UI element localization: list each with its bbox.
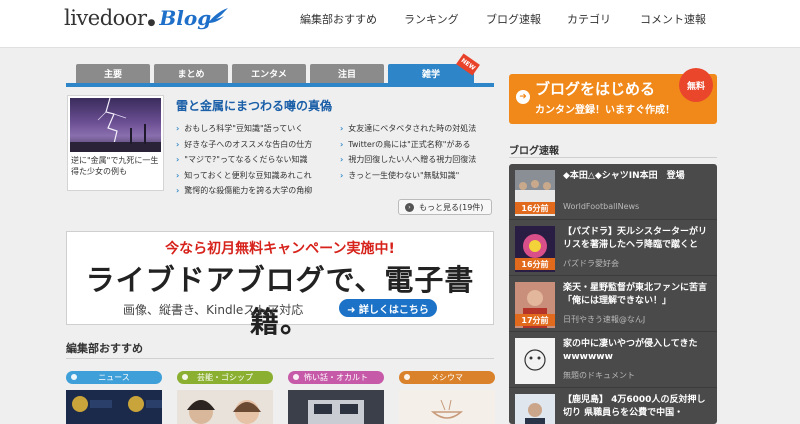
ad-details-button[interactable]: ➜ 詳しくはこちら xyxy=(339,299,437,317)
tag-icon xyxy=(293,374,299,380)
list-item[interactable]: 17分前 楽天・星野監督が東北ファンに苦言「俺には理解できない！」 日刊やきう速… xyxy=(509,276,717,332)
tab-entertainment[interactable]: エンタメ xyxy=(232,64,306,83)
tab-trivia-label: 雑学 xyxy=(421,70,440,80)
news-title: 楽天・星野監督が東北ファンに苦言「俺には理解できない！」 xyxy=(563,283,708,306)
ebook-ad-banner[interactable]: 今なら初月無料キャンペーン実施中! ライブドアブログで、電子書籍。 画像、縦書き… xyxy=(66,231,494,339)
list-item[interactable]: Twitterの鳥には"正式名称"がある xyxy=(340,137,476,153)
news-title: 【鹿児島】 4万6000人の反対押し切り 県職員らを公費で中国・ xyxy=(563,395,706,418)
list-item[interactable]: 視力回復したい人へ贈る視力回復法 xyxy=(340,152,476,168)
time-badge: 16分前 xyxy=(515,202,555,214)
food-thumbnail[interactable] xyxy=(399,390,495,424)
gossip-thumbnail[interactable] xyxy=(177,390,273,424)
tag-news[interactable]: ニュース xyxy=(66,371,162,384)
news-title: 【パズドラ】天ルシスターターがリリスを著滞したヘラ降臨で蹴くと xyxy=(563,227,708,250)
tag-entertainment[interactable]: 芸能・ゴシップ xyxy=(177,371,273,384)
tag-icon xyxy=(404,374,410,380)
free-badge: 無料 xyxy=(679,68,713,102)
time-badge: 16分前 xyxy=(515,258,555,270)
divider xyxy=(66,358,494,359)
tag-occult[interactable]: 怖い話・オカルト xyxy=(288,371,384,384)
tag-label: メシウマ xyxy=(431,373,463,382)
news-source: パズドラ愛好会 xyxy=(563,259,619,268)
tag-icon xyxy=(71,374,77,380)
cta-subtitle: カンタン登録！いますぐ作成！ xyxy=(535,105,675,116)
list-item[interactable]: 16分前 ◆本田△◆シャツIN本田 登場 WorldFootballNews xyxy=(509,164,717,220)
site-header: livedoor ● Blog 編集部おすすめ ランキング ブログ速報 カテゴリ… xyxy=(0,0,800,48)
cta-title: ブログをはじめる xyxy=(535,80,656,98)
nav-category[interactable]: カテゴリ xyxy=(567,11,611,27)
news-thumbnail[interactable] xyxy=(66,390,162,424)
tag-label: 怖い話・オカルト xyxy=(304,373,368,382)
tab-featured[interactable]: 注目 xyxy=(310,64,384,83)
doodle-image xyxy=(524,349,546,371)
feature-headline[interactable]: 雷と金属にまつわる噂の真偽 xyxy=(176,97,332,114)
occult-thumbnail[interactable] xyxy=(288,390,384,424)
list-item[interactable]: 好きな子へのオススメな告白の仕方 xyxy=(176,137,312,153)
list-item[interactable]: 驚愕的な殺傷能力を誇る大学の角柳 xyxy=(176,183,312,199)
list-item[interactable]: おもしろ科学"豆知識"語っていく xyxy=(176,121,312,137)
photo-caption: 逆に"金属"で九死に一生得た少女の例も xyxy=(71,156,159,176)
more-label: もっと見る(19件) xyxy=(419,202,484,212)
lightning-photo xyxy=(70,98,161,152)
list-item[interactable]: きっと一生使わない"無駄知識" xyxy=(340,168,476,184)
list-item[interactable]: 【鹿児島】 4万6000人の反対押し切り 県職員らを公費で中国・ xyxy=(509,388,717,424)
news-title: 家の中に凄いやつが侵入してきたwwwwww xyxy=(563,339,698,362)
chevron-right-icon: › xyxy=(405,202,414,212)
new-badge: NEW xyxy=(456,53,480,76)
feature-links-right: 女友達にベタベタされた時の対処法 Twitterの鳥には"正式名称"がある 視力… xyxy=(340,121,476,183)
recommend-heading: 編集部おすすめ xyxy=(66,342,143,355)
nav-blog-news[interactable]: ブログ速報 xyxy=(486,11,541,27)
tab-trivia[interactable]: 雑学 NEW xyxy=(388,53,480,83)
list-item[interactable]: 16分前 【パズドラ】天ルシスターターがリリスを著滞したヘラ降臨で蹴くと パズド… xyxy=(509,220,717,276)
blog-news-list: 16分前 ◆本田△◆シャツIN本田 登場 WorldFootballNews 1… xyxy=(509,164,717,424)
tab-matome[interactable]: まとめ xyxy=(154,64,228,83)
logo-dot: ● xyxy=(147,18,156,28)
ntsb-image xyxy=(72,396,162,412)
arrow-right-icon: ➜ xyxy=(516,90,530,104)
list-item[interactable]: 知っておくと便利な豆知識あれこれ xyxy=(176,168,312,184)
news-source: 無題のドキュメント xyxy=(563,371,635,380)
list-item[interactable]: 家の中に凄いやつが侵入してきたwwwwww 無題のドキュメント xyxy=(509,332,717,388)
press-image xyxy=(525,403,545,424)
feature-panel: 逆に"金属"で九死に一生得た少女の例も 雷と金属にまつわる噂の真偽 おもしろ科学… xyxy=(66,87,494,219)
feature-photo-card[interactable]: 逆に"金属"で九死に一生得た少女の例も xyxy=(67,95,164,191)
time-badge: 17分前 xyxy=(515,314,555,326)
lightning-image xyxy=(70,98,161,152)
start-blog-button[interactable]: ➜ ブログをはじめる カンタン登録！いますぐ作成！ 無料 xyxy=(509,68,717,124)
tag-label: ニュース xyxy=(98,373,130,382)
feature-links-left: おもしろ科学"豆知識"語っていく 好きな子へのオススメな告白の仕方 "マジで?"… xyxy=(176,121,312,199)
logo-text: livedoor xyxy=(64,6,147,30)
thumbnail xyxy=(515,394,555,424)
category-tabs: 主要 まとめ エンタメ 注目 雑学 NEW xyxy=(76,53,480,83)
list-item[interactable]: 女友達にベタベタされた時の対処法 xyxy=(340,121,476,137)
news-source: 日刊やきう速報@なんJ xyxy=(563,315,646,324)
tag-meshiuma[interactable]: メシウマ xyxy=(399,371,495,384)
news-source: WorldFootballNews xyxy=(563,202,640,211)
tag-label: 芸能・ゴシップ xyxy=(197,373,253,382)
news-title: ◆本田△◆シャツIN本田 登場 xyxy=(563,171,685,181)
portrait-image xyxy=(187,400,261,424)
thumbnail xyxy=(515,338,555,384)
ad-features: 画像、縦書き、Kindleストア対応 xyxy=(123,303,304,317)
nav-comment-news[interactable]: コメント速報 xyxy=(640,11,706,27)
list-item[interactable]: "マジで?"ってなるくだらない知識 xyxy=(176,152,312,168)
logo-blog-text: Blog xyxy=(159,6,212,30)
tab-main[interactable]: 主要 xyxy=(76,64,150,83)
tag-icon xyxy=(182,374,188,380)
bowl-icon xyxy=(430,399,464,419)
more-button[interactable]: › もっと見る(19件) xyxy=(398,199,492,215)
divider xyxy=(509,157,717,158)
site-logo[interactable]: livedoor ● Blog xyxy=(64,6,228,40)
blog-news-heading: ブログ速報 xyxy=(509,146,559,157)
nav-ranking[interactable]: ランキング xyxy=(404,11,459,27)
wing-icon xyxy=(208,8,228,23)
nav-editor-picks[interactable]: 編集部おすすめ xyxy=(300,11,377,27)
train-image xyxy=(308,400,364,424)
ad-campaign-text: 今なら初月無料キャンペーン実施中! xyxy=(165,241,395,257)
